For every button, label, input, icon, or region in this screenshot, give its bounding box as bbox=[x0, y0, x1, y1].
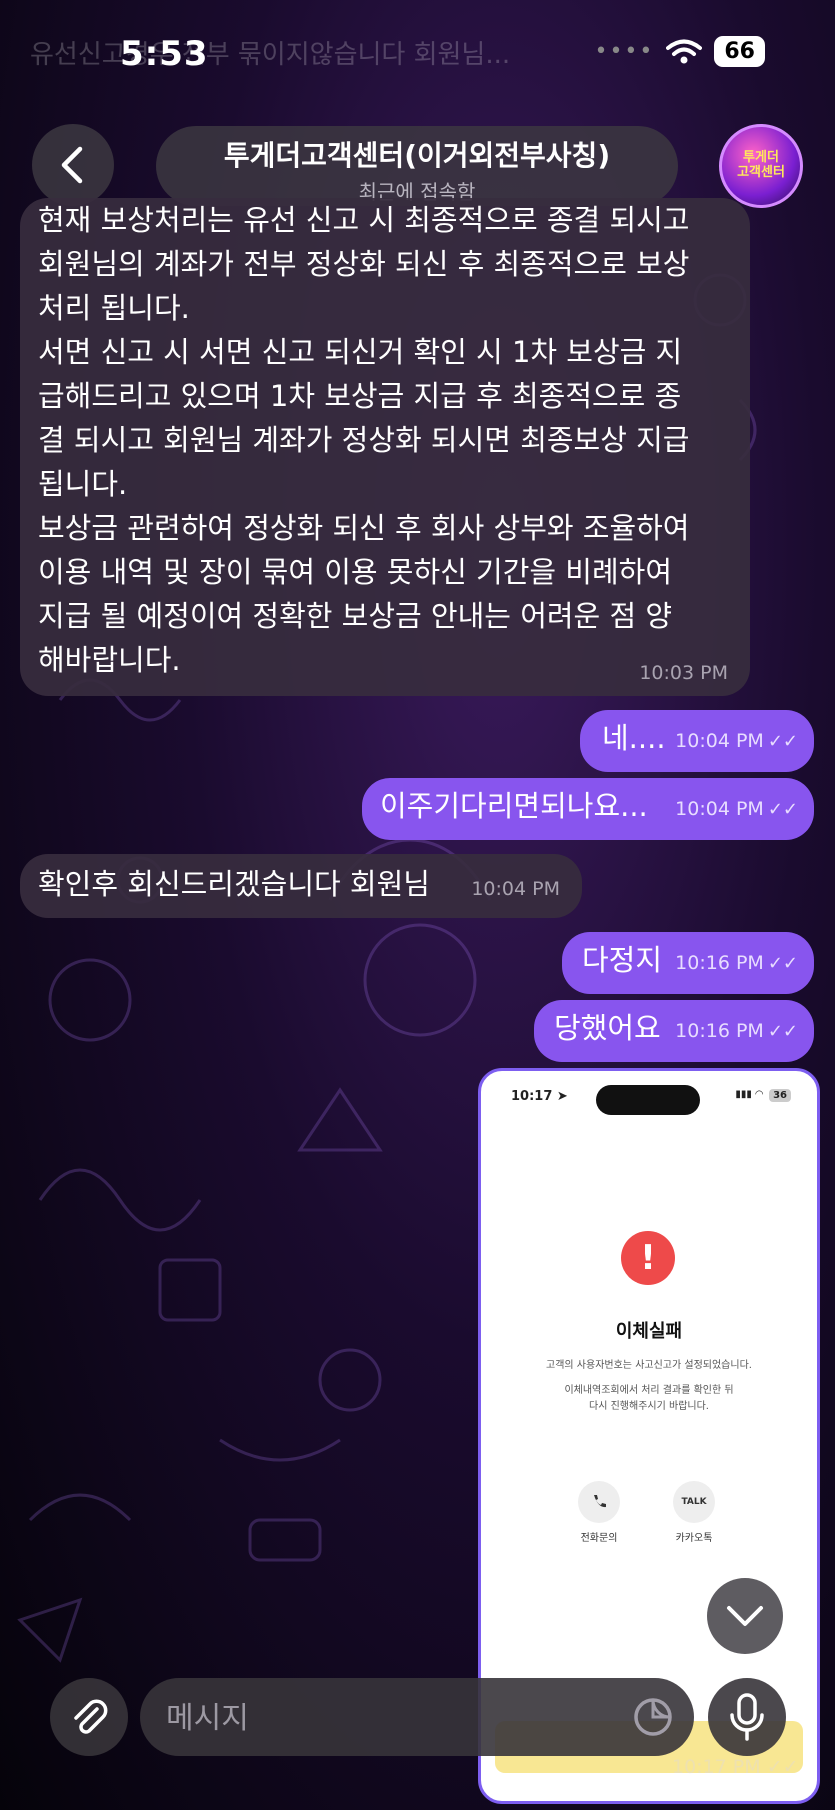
message-incoming[interactable]: 현재 보상처리는 유선 신고 시 최종적으로 종결 되시고 회원님의 계좌가 전… bbox=[20, 198, 750, 696]
image-status-bar: 10:17 ➤ 36 ▮▮▮ ◠ bbox=[511, 1089, 791, 1104]
phone-icon bbox=[578, 1481, 620, 1523]
message-text: 현재 보상처리는 유선 신고 시 최종적으로 종결 되시고 회원님의 계좌가 전… bbox=[38, 203, 690, 677]
message-text: 다정지 bbox=[582, 943, 663, 977]
message-meta: 10:16 PM ✓✓ bbox=[675, 1020, 798, 1042]
message-time: 10:17 PM ✓✓ bbox=[672, 1756, 799, 1778]
message-time: 10:04 PM bbox=[471, 878, 560, 900]
image-error-line: 이체내역조회에서 처리 결과를 확인한 뒤 bbox=[564, 1385, 734, 1396]
avatar-label: 투게더 고객센터 bbox=[737, 150, 785, 180]
message-meta: 10:04 PM ✓✓ bbox=[675, 798, 798, 820]
message-time: 10:16 PM bbox=[675, 1020, 764, 1042]
chevron-down-icon bbox=[727, 1606, 763, 1626]
location-arrow-icon: ➤ bbox=[556, 1089, 568, 1104]
message-time: 10:04 PM bbox=[675, 730, 764, 752]
message-time: 10:16 PM bbox=[675, 952, 764, 974]
back-button[interactable] bbox=[32, 124, 114, 206]
chat-title: 투게더고객센터(이거외전부사칭) bbox=[223, 139, 611, 172]
message-text: 이주기다리면되나요... bbox=[380, 789, 648, 823]
read-checks-icon: ✓✓ bbox=[767, 1021, 798, 1042]
message-outgoing[interactable]: 이주기다리면되나요... 10:04 PM ✓✓ bbox=[362, 778, 814, 840]
status-icons: •••• 66 bbox=[594, 36, 765, 67]
image-battery: 36 bbox=[769, 1089, 791, 1102]
message-time: 10:03 PM bbox=[639, 662, 728, 684]
message-text: 네.... bbox=[602, 721, 666, 755]
message-meta: 10:16 PM ✓✓ bbox=[675, 952, 798, 974]
message-outgoing[interactable]: 당했어요 10:16 PM ✓✓ bbox=[534, 1000, 814, 1062]
image-error-line: 고객의 사용자번호는 사고신고가 설정되었습니다. bbox=[546, 1360, 752, 1371]
image-status-time: 10:17 bbox=[511, 1089, 553, 1104]
phone-glyph bbox=[594, 1495, 606, 1508]
call-inquiry-label: 전화문의 bbox=[580, 1533, 618, 1544]
status-time: 5:53 bbox=[120, 34, 209, 74]
message-incoming[interactable]: 확인후 회신드리겠습니다 회원님 10:04 PM bbox=[20, 854, 582, 918]
back-icon bbox=[61, 146, 83, 184]
talk-icon: TALK bbox=[673, 1481, 715, 1523]
image-error-title: 이체실패 bbox=[615, 1321, 683, 1342]
read-checks-icon: ✓✓ bbox=[760, 1756, 799, 1778]
message-text: 당했어요 bbox=[554, 1011, 661, 1045]
image-signal-icon: ▮▮▮ ◠ bbox=[735, 1089, 764, 1100]
message-outgoing[interactable]: 다정지 10:16 PM ✓✓ bbox=[562, 932, 814, 994]
scroll-to-bottom-button[interactable] bbox=[707, 1578, 783, 1654]
kakaotalk-label: 카카오톡 bbox=[675, 1533, 713, 1544]
contact-avatar[interactable]: 투게더 고객센터 bbox=[719, 124, 803, 208]
signal-icon: •••• bbox=[594, 39, 655, 64]
voice-message-button[interactable] bbox=[708, 1678, 786, 1756]
sticker-icon bbox=[634, 1698, 672, 1736]
wifi-icon bbox=[666, 39, 703, 63]
alert-icon: ! bbox=[621, 1231, 675, 1285]
message-meta: 10:04 PM ✓✓ bbox=[675, 730, 798, 752]
battery-icon: 66 bbox=[714, 36, 765, 67]
message-composer bbox=[140, 1678, 694, 1758]
attach-button[interactable] bbox=[50, 1678, 128, 1756]
read-checks-icon: ✓✓ bbox=[767, 953, 798, 974]
message-text: 확인후 회신드리겠습니다 회원님 bbox=[38, 867, 430, 901]
message-input[interactable] bbox=[164, 1678, 608, 1758]
status-bar: 유선신고경우 전부 묶이지않습니다 회원님... 5:53 •••• 66 bbox=[0, 0, 835, 110]
sticker-button[interactable] bbox=[630, 1694, 676, 1740]
read-checks-icon: ✓✓ bbox=[767, 799, 798, 820]
chat-title-pill[interactable]: 투게더고객센터(이거외전부사칭) 최근에 접속함 bbox=[156, 126, 678, 206]
read-checks-icon: ✓✓ bbox=[767, 731, 798, 752]
message-time: 10:04 PM bbox=[675, 798, 764, 820]
microphone-icon bbox=[730, 1693, 764, 1741]
message-outgoing[interactable]: 네.... 10:04 PM ✓✓ bbox=[580, 710, 814, 772]
paperclip-icon bbox=[74, 1699, 108, 1734]
image-error-line: 다시 진행해주시기 바랍니다. bbox=[589, 1401, 709, 1412]
